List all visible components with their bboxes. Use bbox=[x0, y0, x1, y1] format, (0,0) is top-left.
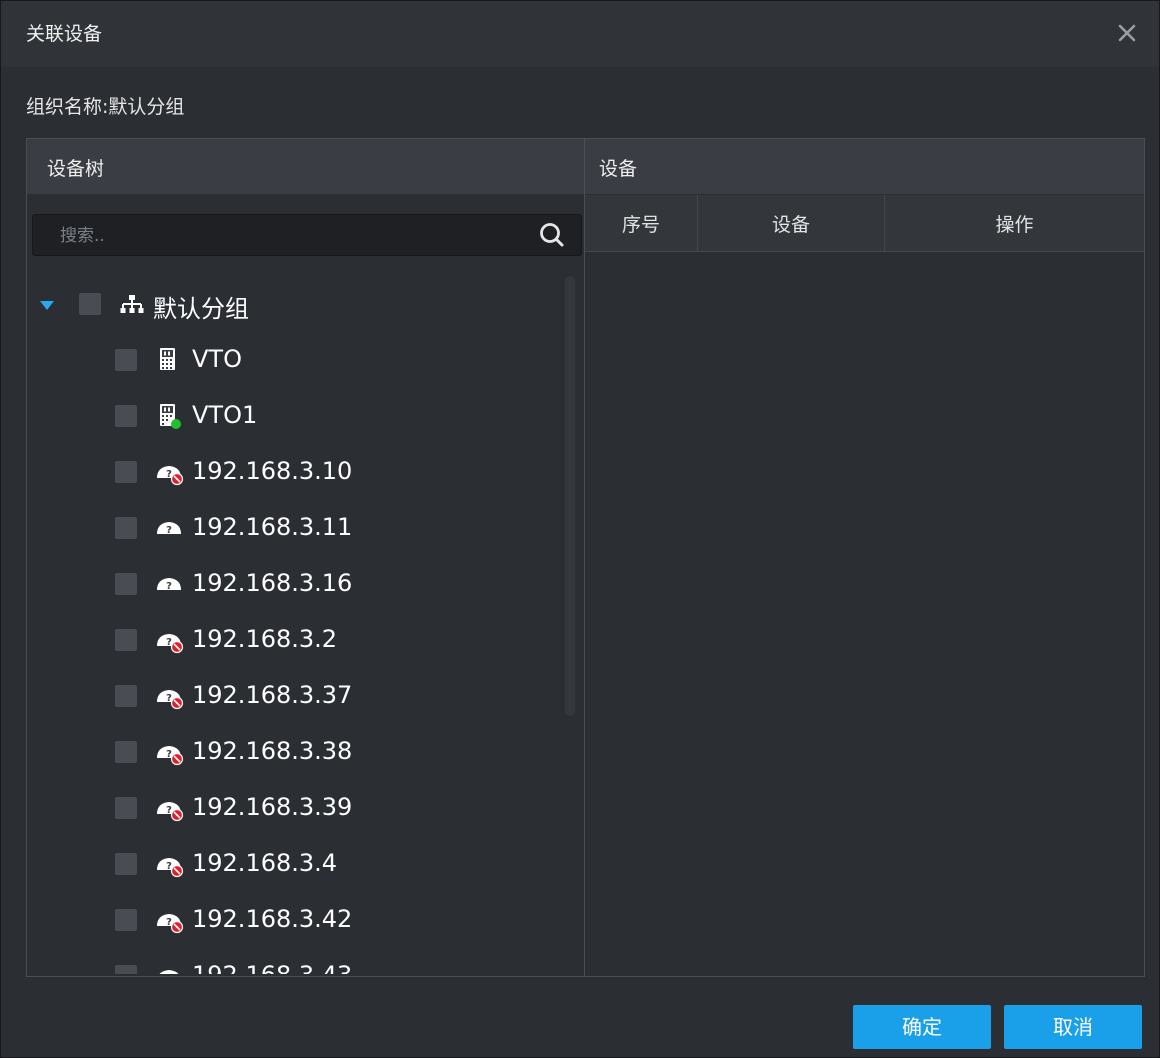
checkbox[interactable] bbox=[115, 797, 137, 819]
checkbox[interactable] bbox=[115, 685, 137, 707]
search-icon[interactable] bbox=[537, 220, 567, 250]
tree-node-device[interactable]: ? 192.168.3.37 bbox=[27, 669, 567, 725]
tree-node-device[interactable]: VTO bbox=[27, 333, 567, 389]
column-header-operation[interactable]: 操作 bbox=[885, 195, 1144, 252]
checkbox[interactable] bbox=[115, 349, 137, 371]
device-tree-panel: 设备树 搜索.. 默认分组 VTO VTO1 ? 192.168.3.10 ? … bbox=[27, 139, 585, 976]
offline-camera-icon: ? bbox=[157, 858, 184, 878]
column-header-index[interactable]: 序号 bbox=[585, 195, 698, 252]
ok-button[interactable]: 确定 bbox=[853, 1005, 991, 1049]
search-input[interactable] bbox=[33, 215, 542, 257]
checkbox[interactable] bbox=[115, 573, 137, 595]
tree-node-label: 192.168.3.10 bbox=[192, 457, 353, 485]
device-table: 序号 设备 操作 bbox=[585, 195, 1144, 976]
tree-node-device[interactable]: ? 192.168.3.16 bbox=[27, 557, 567, 613]
tree-node-device[interactable]: ? 192.168.3.38 bbox=[27, 725, 567, 781]
title-bar: 关联设备 bbox=[1, 1, 1159, 67]
tree-node-device[interactable]: VTO1 bbox=[27, 389, 567, 445]
tree-node-label: 192.168.3.2 bbox=[192, 625, 338, 653]
unknown-camera-icon: ? bbox=[157, 522, 181, 536]
tree-node-device[interactable]: ? 192.168.3.11 bbox=[27, 501, 567, 557]
checkbox[interactable] bbox=[115, 853, 137, 875]
checkbox[interactable] bbox=[115, 741, 137, 763]
tree-node-device[interactable]: ? 192.168.3.42 bbox=[27, 893, 567, 949]
column-label: 设备 bbox=[771, 214, 810, 236]
checkbox[interactable] bbox=[79, 293, 101, 315]
vto-device-icon bbox=[160, 348, 175, 370]
tree-node-label: 192.168.3.16 bbox=[192, 569, 353, 597]
close-icon[interactable] bbox=[1109, 15, 1145, 51]
svg-text:?: ? bbox=[166, 581, 172, 592]
cancel-button[interactable]: 取消 bbox=[1004, 1005, 1142, 1049]
checkbox[interactable] bbox=[115, 909, 137, 931]
offline-camera-icon: ? bbox=[157, 746, 184, 766]
tree-node-label: 192.168.3.43 bbox=[192, 961, 352, 974]
svg-text:?: ? bbox=[166, 525, 172, 536]
column-label: 操作 bbox=[995, 214, 1034, 236]
tree-node-label: VTO1 bbox=[192, 401, 258, 429]
svg-text:?: ? bbox=[166, 973, 172, 974]
tree-node-default-group[interactable]: 默认分组 bbox=[27, 277, 567, 333]
tree-node-label: 192.168.3.37 bbox=[192, 681, 353, 709]
checkbox[interactable] bbox=[115, 461, 137, 483]
tree-node-label: 192.168.3.4 bbox=[192, 849, 338, 877]
search-box bbox=[32, 214, 582, 257]
device-tree-header: 设备树 bbox=[27, 139, 584, 194]
unknown-camera-icon: ? bbox=[157, 578, 181, 592]
device-list-header: 设备 bbox=[585, 139, 1144, 194]
tree-scrollbar[interactable] bbox=[565, 276, 575, 716]
offline-camera-icon: ? bbox=[159, 970, 179, 974]
org-icon bbox=[120, 295, 144, 313]
offline-camera-icon: ? bbox=[157, 914, 184, 934]
column-label: 序号 bbox=[621, 214, 660, 236]
tree-node-label: 192.168.3.39 bbox=[192, 793, 353, 821]
tree-node-label: 192.168.3.11 bbox=[192, 513, 353, 541]
expand-arrow-icon[interactable] bbox=[39, 297, 55, 313]
tree-node-label: 192.168.3.38 bbox=[192, 737, 353, 765]
offline-camera-icon: ? bbox=[157, 802, 184, 822]
offline-camera-icon: ? bbox=[157, 634, 184, 654]
tree-node-device[interactable]: ? 192.168.3.2 bbox=[27, 613, 567, 669]
offline-camera-icon: ? bbox=[157, 690, 184, 710]
tree-node-device[interactable]: ? 192.168.3.39 bbox=[27, 781, 567, 837]
checkbox[interactable] bbox=[115, 517, 137, 539]
vto-device-online-icon bbox=[160, 404, 181, 429]
checkbox[interactable] bbox=[115, 405, 137, 427]
associate-device-dialog: 关联设备 组织名称:默认分组 设备树 搜索.. 默认分组 VTO VTO1 ? … bbox=[0, 0, 1160, 1058]
content-panel: 设备树 搜索.. 默认分组 VTO VTO1 ? 192.168.3.10 ? … bbox=[26, 138, 1145, 977]
checkbox[interactable] bbox=[115, 629, 137, 651]
tree-node-device[interactable]: ? 192.168.3.43 bbox=[27, 949, 567, 974]
tree-node-label: VTO bbox=[192, 345, 242, 373]
tree-node-device[interactable]: ? 192.168.3.10 bbox=[27, 445, 567, 501]
tree-node-label: 默认分组 bbox=[153, 295, 249, 323]
device-list-title: 设备 bbox=[599, 158, 638, 180]
tree-node-device[interactable]: ? 192.168.3.4 bbox=[27, 837, 567, 893]
offline-camera-icon: ? bbox=[157, 466, 184, 486]
organization-name: 组织名称:默认分组 bbox=[26, 96, 185, 118]
tree-node-label: 192.168.3.42 bbox=[192, 905, 353, 933]
column-header-device[interactable]: 设备 bbox=[698, 195, 885, 252]
device-tree-title: 设备树 bbox=[47, 158, 105, 180]
dialog-title: 关联设备 bbox=[26, 23, 103, 45]
checkbox[interactable] bbox=[115, 965, 137, 974]
device-tree: 默认分组 VTO VTO1 ? 192.168.3.10 ? 192.168.3… bbox=[27, 269, 567, 974]
